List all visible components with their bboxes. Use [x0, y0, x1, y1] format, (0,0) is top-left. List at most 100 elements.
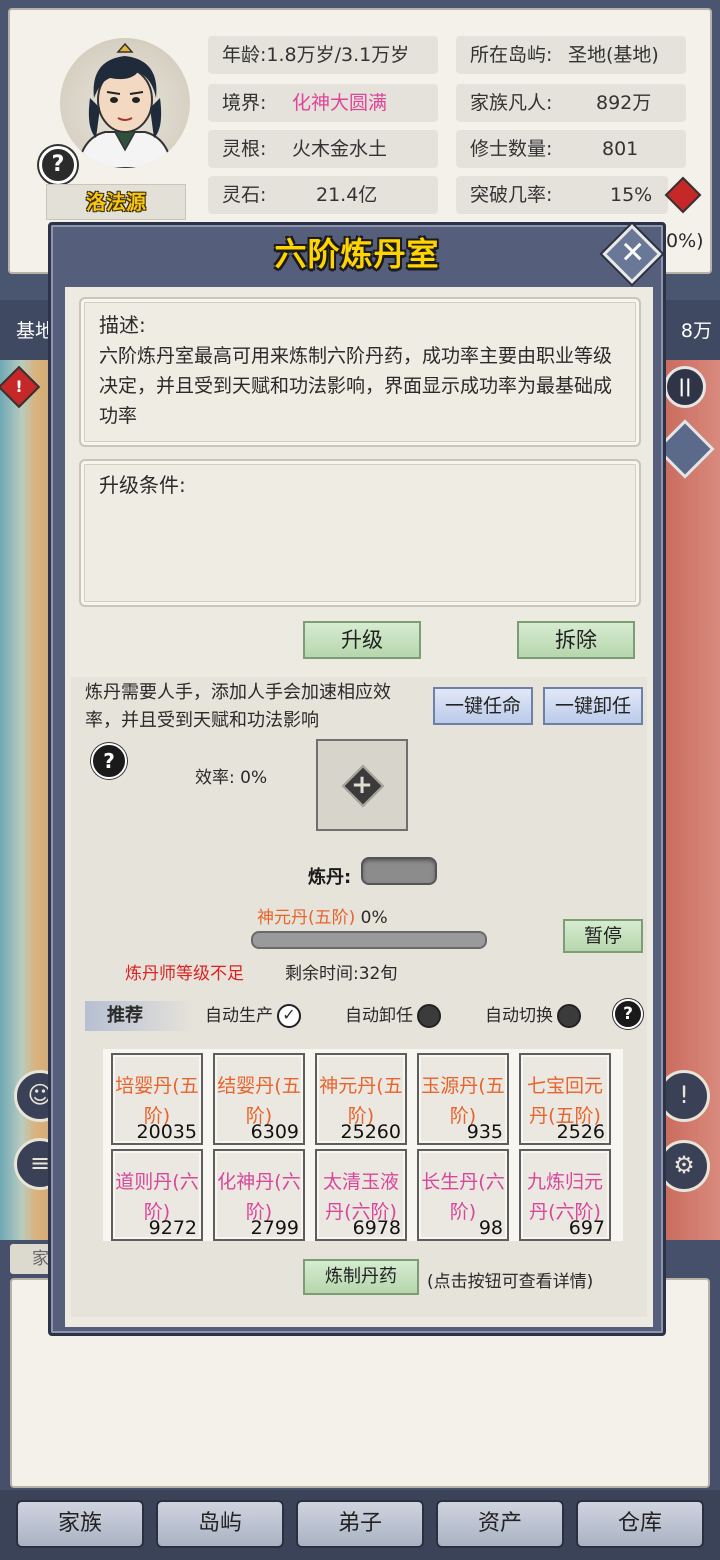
age-label: 年龄: [222, 44, 267, 66]
pill-recipe-card[interactable]: 结婴丹(五阶) 6309 [213, 1053, 305, 1145]
realm-stat: 境界: 化神大圆满 [208, 84, 438, 122]
dismiss-all-button[interactable]: 一键卸任 [543, 687, 643, 725]
breakthrough-stat: 突破几率: 15% [456, 176, 668, 214]
pill-count: 2799 [250, 1217, 299, 1239]
nav-disciples-tab[interactable]: 弟子 [296, 1500, 424, 1548]
age-stat: 年龄:1.8万岁/3.1万岁 [208, 36, 438, 74]
current-recipe-name: 神元丹(五阶) [257, 908, 356, 928]
description-title: 描述: [99, 313, 146, 337]
craft-pill-button[interactable]: 炼制丹药 [303, 1259, 419, 1295]
description-box: 描述: 六阶炼丹室最高可用来炼制六阶丹药，成功率主要由职业等级决定，并且受到天赋… [79, 297, 641, 447]
auto-produce-label: 自动生产 [205, 1006, 273, 1026]
upgrade-requirements-box: 升级条件: [79, 459, 641, 607]
pill-count: 20035 [136, 1121, 197, 1143]
staff-description: 炼丹需要人手，添加人手会加速相应效率，并且受到天赋和功法影响 [85, 682, 391, 731]
breakthrough-value: 15% [610, 184, 653, 206]
mortals-stat: 家族凡人: 892万 [456, 84, 686, 122]
remaining-time-text: 剩余时间:32旬 [285, 964, 398, 984]
pill-recipe-card[interactable]: 神元丹(五阶) 25260 [315, 1053, 407, 1145]
dialog-body: 描述: 六阶炼丹室最高可用来炼制六阶丹药，成功率主要由职业等级决定，并且受到天赋… [65, 287, 653, 1327]
efficiency-label: 效率: 0% [195, 768, 268, 788]
cultivators-label: 修士数量: [470, 138, 553, 160]
toggle-off-icon [417, 1004, 441, 1028]
island-label: 所在岛屿: [470, 44, 553, 66]
alchemy-room-dialog: 六阶炼丹室 ✕ 描述: 六阶炼丹室最高可用来炼制六阶丹药，成功率主要由职业等级决… [48, 222, 666, 1336]
upgrade-requirements-title: 升级条件: [99, 473, 186, 497]
map-count-label: 8万 [680, 320, 712, 342]
alchemy-work-area: 炼丹需要人手，添加人手会加速相应效率，并且受到天赋和功法影响 一键任命 一键卸任… [71, 677, 647, 1317]
pill-recipe-card[interactable]: 玉源丹(五阶) 935 [417, 1053, 509, 1145]
staff-help-icon[interactable]: ? [91, 743, 127, 779]
add-worker-slot[interactable]: + [316, 739, 408, 831]
pill-recipe-card[interactable]: 七宝回元丹(五阶) 2526 [519, 1053, 611, 1145]
pill-grid: 培婴丹(五阶) 20035 结婴丹(五阶) 6309 神元丹(五阶) 25260 玉源丹(五… [103, 1049, 623, 1241]
character-name[interactable]: 洛法源 [46, 184, 186, 220]
nav-family-tab[interactable]: 家族 [16, 1500, 144, 1548]
toggle-off-icon [557, 1004, 581, 1028]
pill-recipe-card[interactable]: 太清玉液丹(六阶) 6978 [315, 1149, 407, 1241]
character-help-icon[interactable]: ? [39, 146, 77, 184]
mortals-value: 892万 [596, 92, 652, 114]
crafting-label: 炼丹: [308, 867, 352, 888]
island-value: 圣地(基地) [568, 44, 659, 66]
auto-switch-label: 自动切换 [485, 1006, 553, 1026]
craft-hint-text: (点击按钮可查看详情) [427, 1272, 594, 1292]
level-warning-text: 炼丹师等级不足 [125, 964, 244, 984]
cultivators-value: 801 [602, 138, 639, 160]
breakthrough-label: 突破几率: [470, 184, 553, 206]
breakthrough-warning-icon[interactable] [664, 176, 702, 214]
pill-count: 697 [568, 1217, 605, 1239]
close-icon: ✕ [620, 235, 646, 271]
pill-count: 2526 [556, 1121, 605, 1143]
age-value: 1.8万岁/3.1万岁 [266, 44, 410, 66]
recommend-help-icon[interactable]: ? [613, 999, 643, 1029]
recommend-tag[interactable]: 推荐 [85, 1001, 195, 1031]
demolish-button[interactable]: 拆除 [517, 621, 635, 659]
current-recipe: 神元丹(五阶) 0% [257, 903, 388, 928]
nav-assets-tab[interactable]: 资产 [436, 1500, 564, 1548]
pill-count: 98 [478, 1217, 503, 1239]
avatar-portrait-icon [76, 42, 174, 168]
crafting-progress-bar [251, 931, 487, 949]
cultivators-stat: 修士数量: 801 [456, 130, 686, 168]
realm-value: 化神大圆满 [292, 92, 388, 114]
auto-dismiss-toggle[interactable]: 自动卸任 [345, 1003, 441, 1029]
island-stat[interactable]: 所在岛屿: 圣地(基地) [456, 36, 686, 74]
mortals-label: 家族凡人: [470, 92, 553, 114]
realm-label: 境界: [222, 92, 267, 114]
pause-crafting-button[interactable]: 暂停 [563, 919, 643, 953]
pill-count: 935 [466, 1121, 503, 1143]
spirit-stone-label: 灵石: [222, 184, 267, 206]
auto-switch-toggle[interactable]: 自动切换 [485, 1003, 581, 1029]
pill-recipe-card[interactable]: 九炼归元丹(六阶) 697 [519, 1149, 611, 1241]
map-pause-button[interactable]: || [664, 366, 706, 408]
spirit-root-stat: 灵根: 火木金水土 [208, 130, 438, 168]
pill-recipe-card[interactable]: 道则丹(六阶) 9272 [111, 1149, 203, 1241]
plus-icon: + [351, 770, 373, 800]
spirit-stone-stat: 灵石: 21.4亿 [208, 176, 438, 214]
nav-warehouse-tab[interactable]: 仓库 [576, 1500, 704, 1548]
checkmark-icon: ✓ [277, 1004, 301, 1028]
nav-island-tab[interactable]: 岛屿 [156, 1500, 284, 1548]
spirit-root-value: 火木金水土 [292, 138, 388, 160]
pill-count: 25260 [340, 1121, 401, 1143]
pill-recipe-card[interactable]: 培婴丹(五阶) 20035 [111, 1053, 203, 1145]
pill-recipe-card[interactable]: 化神丹(六阶) 2799 [213, 1149, 305, 1241]
character-avatar[interactable] [60, 38, 190, 168]
pill-recipe-card[interactable]: 长生丹(六阶) 98 [417, 1149, 509, 1241]
spirit-stone-value: 21.4亿 [316, 184, 378, 206]
pill-count: 9272 [148, 1217, 197, 1239]
partial-value: 0%) [666, 230, 704, 252]
recommend-bar: 推荐 自动生产 ✓ 自动卸任 自动切换 ? [85, 999, 645, 1031]
description-text: 六阶炼丹室最高可用来炼制六阶丹药，成功率主要由职业等级决定，并且受到天赋和功法影… [99, 345, 613, 427]
auto-produce-toggle[interactable]: 自动生产 ✓ [205, 1003, 301, 1029]
upgrade-button[interactable]: 升级 [303, 621, 421, 659]
pill-count: 6309 [250, 1121, 299, 1143]
spirit-root-label: 灵根: [222, 138, 267, 160]
current-recipe-progress: 0% [355, 908, 388, 928]
auto-dismiss-label: 自动卸任 [345, 1006, 413, 1026]
bottom-nav: 家族 岛屿 弟子 资产 仓库 [0, 1490, 720, 1560]
crafting-slot[interactable] [361, 857, 437, 885]
assign-all-button[interactable]: 一键任命 [433, 687, 533, 725]
dialog-title: 六阶炼丹室 [274, 235, 440, 273]
